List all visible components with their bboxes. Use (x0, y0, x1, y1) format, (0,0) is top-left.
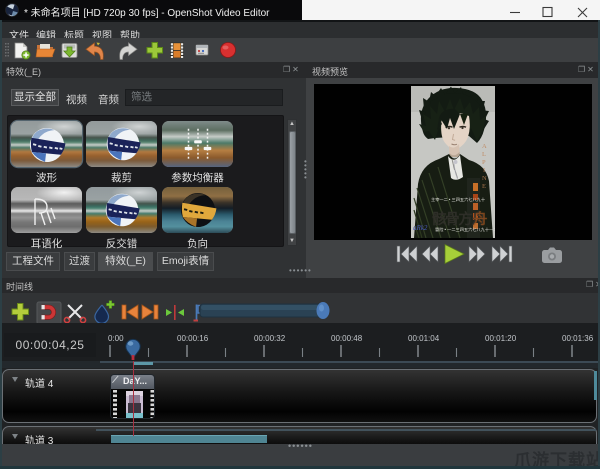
svg-text:L: L (482, 151, 486, 158)
svg-text:主宰一二 • 三四五六七八九十: 主宰一二 • 三四五六七八九十 (431, 196, 485, 203)
svg-text:舟: 舟 (473, 210, 488, 228)
svg-text:E: E (482, 183, 486, 190)
svg-text:aRk2: aRk2 (413, 224, 428, 232)
svg-text:I: I (483, 167, 485, 174)
svg-text:N: N (482, 175, 487, 182)
svg-text:A: A (482, 143, 487, 150)
svg-text:冒险 • 一二三四五六七八九十一二: 冒险 • 一二三四五六七八九十一二 (435, 226, 495, 233)
svg-text:P: P (482, 159, 486, 166)
